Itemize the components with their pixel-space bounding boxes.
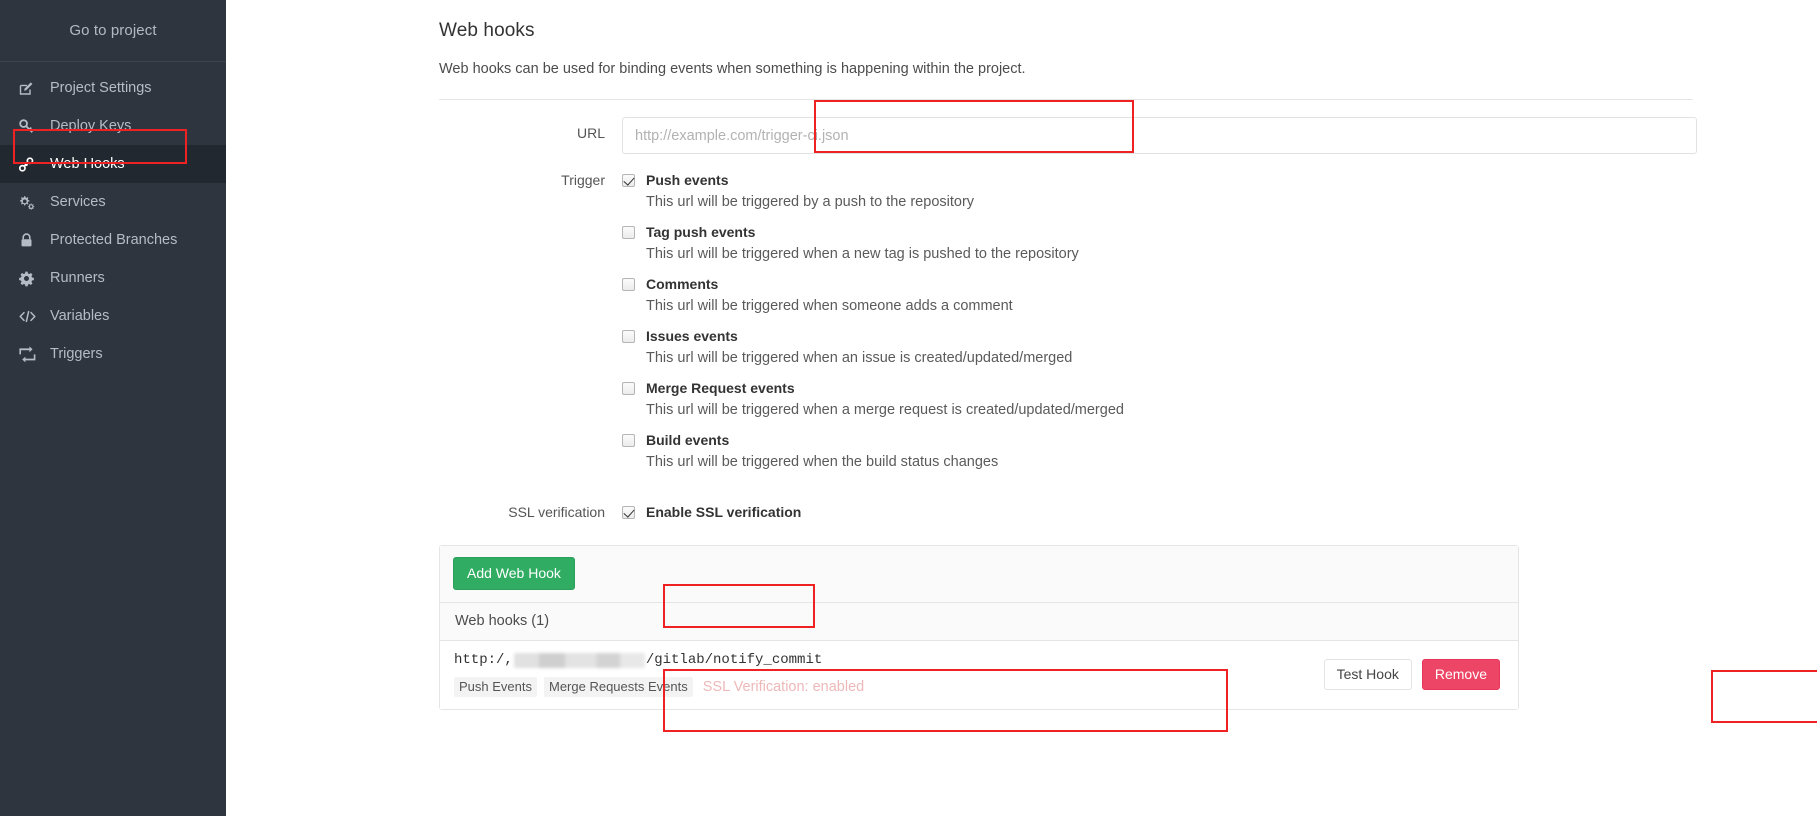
trigger-merge-request-events-label[interactable]: Merge Request events xyxy=(622,380,1124,396)
test-hook-button[interactable]: Test Hook xyxy=(1323,659,1412,690)
sidebar-item-label: Services xyxy=(50,194,106,210)
trigger-build-events: Build events This url will be triggered … xyxy=(622,432,1124,470)
checkbox-label: Issues events xyxy=(646,328,738,344)
trigger-build-events-label[interactable]: Build events xyxy=(622,432,1124,448)
retweet-icon xyxy=(18,345,44,363)
add-web-hook-button[interactable]: Add Web Hook xyxy=(453,557,575,590)
hook-actions: Test Hook Remove xyxy=(1323,659,1504,690)
web-hook-list-item: http:/, /gitlab/notify_commit Push Event… xyxy=(440,641,1518,709)
badge-merge-requests-events: Merge Requests Events xyxy=(544,677,693,697)
sidebar-item-runners[interactable]: Runners xyxy=(0,259,226,297)
sidebar-item-variables[interactable]: Variables xyxy=(0,297,226,335)
sidebar-item-label: Web Hooks xyxy=(50,156,125,172)
gears-icon xyxy=(18,194,44,211)
trigger-comments: Comments This url will be triggered when… xyxy=(622,276,1124,314)
trigger-issues-events-label[interactable]: Issues events xyxy=(622,328,1124,344)
sidebar-item-label: Runners xyxy=(50,270,105,286)
trigger-description: This url will be triggered by a push to … xyxy=(646,194,975,210)
checkbox-label: Push events xyxy=(646,172,729,188)
webhook-form: URL Trigger Push events This url will be… xyxy=(439,117,1817,710)
url-label: URL xyxy=(576,125,605,141)
web-hooks-panel: Add Web Hook Web hooks (1) http:/, /gitl… xyxy=(439,545,1519,710)
code-icon xyxy=(18,308,44,325)
web-hooks-panel-heading: Web hooks (1) xyxy=(440,603,1518,641)
trigger-push-events: Push events This url will be triggered b… xyxy=(622,172,1124,210)
checkbox-merge-request-events[interactable] xyxy=(622,381,635,395)
trigger-description: This url will be triggered when an issue… xyxy=(646,350,1073,366)
hook-badges: Push Events Merge Requests Events SSL Ve… xyxy=(454,677,1324,697)
hook-url-suffix: /gitlab/notify_commit xyxy=(645,652,823,668)
checkbox-push-events[interactable] xyxy=(622,173,635,187)
hook-ssl-status: SSL Verification: enabled xyxy=(702,679,865,695)
trigger-checkbox-list: Push events This url will be triggered b… xyxy=(622,172,1124,470)
trigger-form-row: Trigger Push events This url will be tri… xyxy=(439,172,1817,470)
panel-actions: Add Web Hook xyxy=(440,546,1518,603)
ssl-verification-label: SSL verification xyxy=(508,504,605,520)
hook-url-prefix: http:/, xyxy=(454,652,513,668)
page-title: Web hooks xyxy=(439,20,535,41)
webhooks-settings-page: Go to project Project Settings Deploy Ke… xyxy=(0,0,1817,816)
sidebar-item-label: Protected Branches xyxy=(50,232,178,248)
trigger-description: This url will be triggered when someone … xyxy=(646,298,1013,314)
trigger-comments-label[interactable]: Comments xyxy=(622,276,1124,292)
checkbox-build-events[interactable] xyxy=(622,433,635,447)
hook-url: http:/, /gitlab/notify_commit xyxy=(454,652,1324,668)
checkbox-label: Merge Request events xyxy=(646,380,795,396)
sidebar-item-protected-branches[interactable]: Protected Branches xyxy=(0,221,226,259)
trigger-description: This url will be triggered when a merge … xyxy=(646,402,1124,418)
sidebar-go-to-project[interactable]: Go to project xyxy=(0,0,226,62)
url-form-row: URL xyxy=(439,117,1817,154)
badge-push-events: Push Events xyxy=(454,677,537,697)
checkbox-enable-ssl-verification[interactable] xyxy=(622,505,635,519)
lock-icon xyxy=(18,232,44,249)
trigger-tag-push-events: Tag push events This url will be trigger… xyxy=(622,224,1124,262)
trigger-merge-request-events: Merge Request events This url will be tr… xyxy=(622,380,1124,418)
checkbox-label: Enable SSL verification xyxy=(646,504,802,520)
sidebar-item-web-hooks[interactable]: Web Hooks xyxy=(0,145,226,183)
sidebar-item-label: Variables xyxy=(50,308,110,324)
page-description: Web hooks can be used for binding events… xyxy=(439,61,1026,77)
hook-info: http:/, /gitlab/notify_commit Push Event… xyxy=(454,652,1324,697)
sidebar-item-triggers[interactable]: Triggers xyxy=(0,335,226,373)
sidebar-item-label: Deploy Keys xyxy=(50,118,132,134)
checkbox-label: Build events xyxy=(646,432,730,448)
checkbox-label: Tag push events xyxy=(646,224,756,240)
trigger-issues-events: Issues events This url will be triggered… xyxy=(622,328,1124,366)
sidebar-item-label: Triggers xyxy=(50,346,103,362)
redacted-host xyxy=(513,652,645,668)
sidebar: Go to project Project Settings Deploy Ke… xyxy=(0,0,226,816)
sidebar-item-services[interactable]: Services xyxy=(0,183,226,221)
sidebar-nav: Project Settings Deploy Keys Web Hooks S… xyxy=(0,62,226,373)
go-to-project-label: Go to project xyxy=(69,22,157,39)
link-hooks-icon xyxy=(18,156,44,173)
checkbox-label: Comments xyxy=(646,276,719,292)
checkbox-comments[interactable] xyxy=(622,277,635,291)
sidebar-item-label: Project Settings xyxy=(50,80,152,96)
gear-icon xyxy=(18,270,44,287)
ssl-form-row: SSL verification Enable SSL verification xyxy=(439,504,1817,520)
trigger-description: This url will be triggered when the buil… xyxy=(646,454,999,470)
trigger-push-events-label[interactable]: Push events xyxy=(622,172,1124,188)
checkbox-issues-events[interactable] xyxy=(622,329,635,343)
sidebar-item-project-settings[interactable]: Project Settings xyxy=(0,69,226,107)
edit-square-icon xyxy=(18,80,44,97)
key-icon xyxy=(18,118,44,135)
main-content: Web hooks Web hooks can be used for bind… xyxy=(226,0,1817,816)
url-input[interactable] xyxy=(622,117,1697,154)
enable-ssl-verification-label[interactable]: Enable SSL verification xyxy=(622,504,801,520)
trigger-label: Trigger xyxy=(561,172,605,188)
trigger-description: This url will be triggered when a new ta… xyxy=(646,246,1079,262)
trigger-tag-push-events-label[interactable]: Tag push events xyxy=(622,224,1124,240)
remove-hook-button[interactable]: Remove xyxy=(1421,659,1500,690)
checkbox-tag-push-events[interactable] xyxy=(622,225,635,239)
section-divider xyxy=(439,99,1693,100)
sidebar-item-deploy-keys[interactable]: Deploy Keys xyxy=(0,107,226,145)
